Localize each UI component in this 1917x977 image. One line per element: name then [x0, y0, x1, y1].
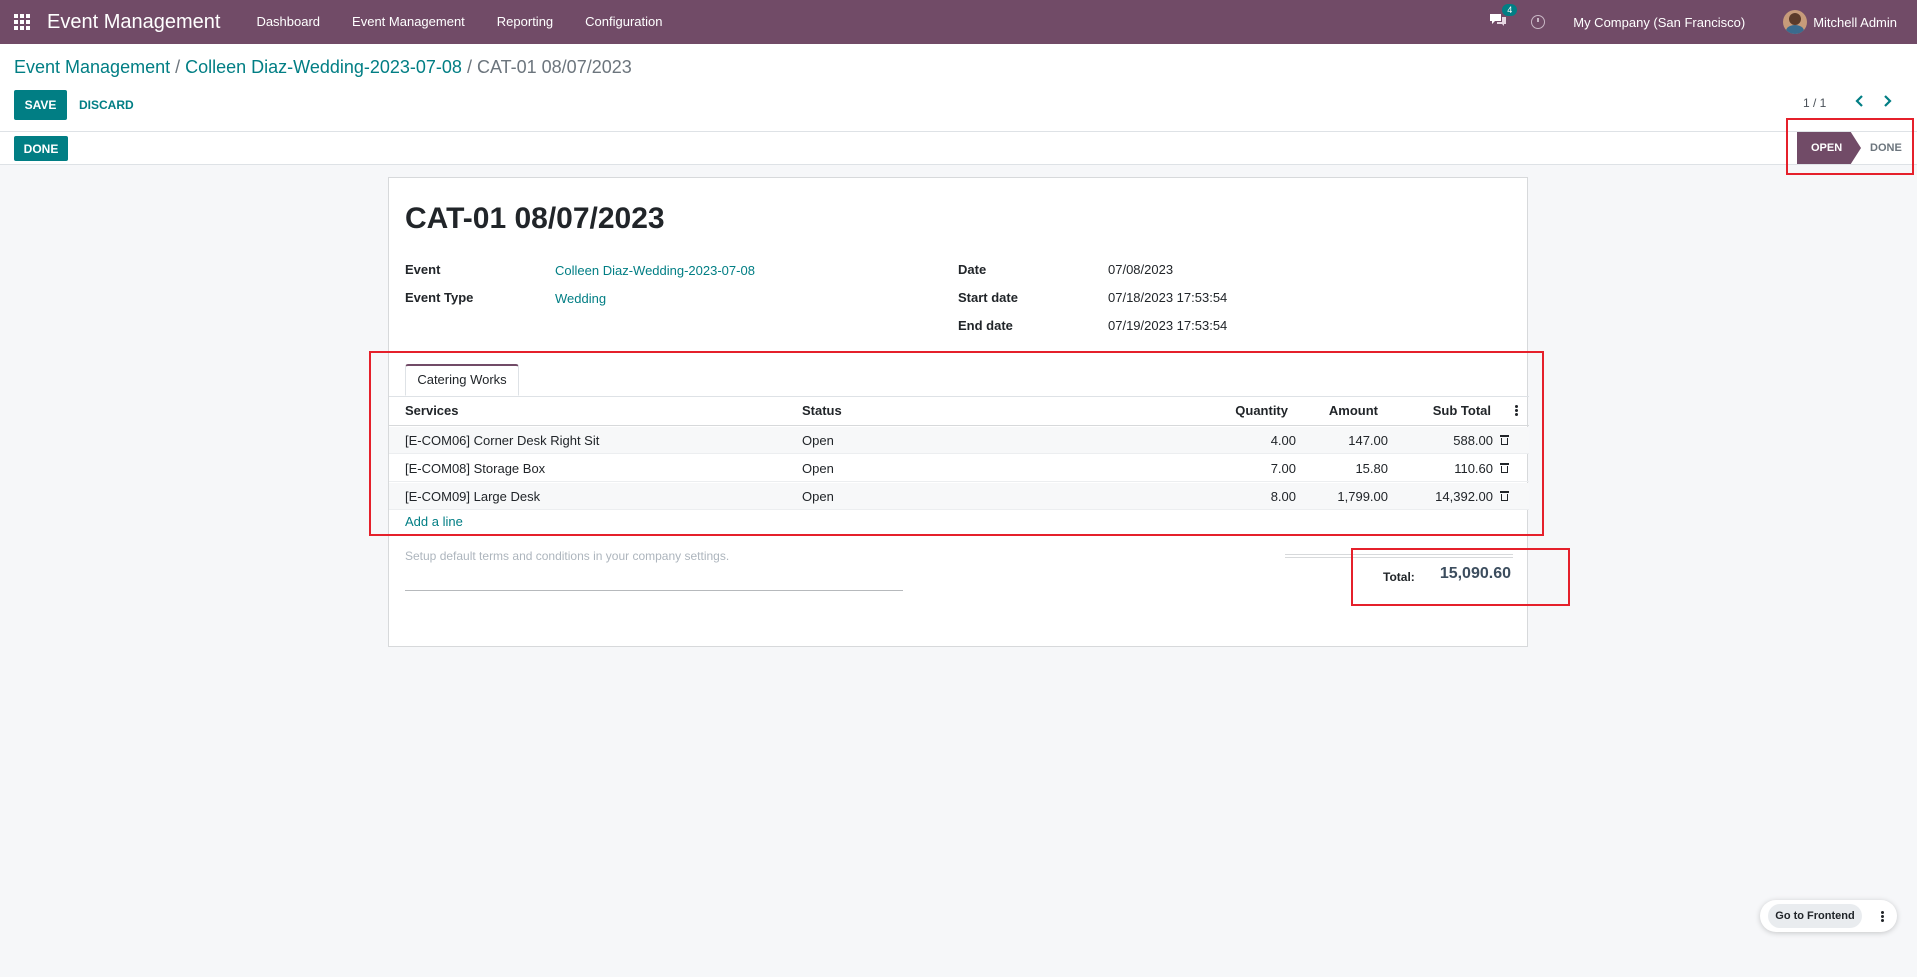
done-button[interactable]: Done	[14, 136, 68, 161]
date-value[interactable]: 07/08/2023	[1108, 262, 1173, 277]
total-label: Total:	[1383, 570, 1415, 584]
app-brand[interactable]: Event Management	[47, 11, 220, 34]
pager-value[interactable]: 1 / 1	[1803, 96, 1826, 110]
breadcrumb-event[interactable]: Colleen Diaz-Wedding-2023-07-08	[185, 57, 462, 77]
trash-icon[interactable]	[1500, 483, 1509, 502]
chevron-right-icon[interactable]	[1880, 93, 1894, 109]
event-link[interactable]: Colleen Diaz-Wedding-2023-07-08	[555, 263, 755, 278]
company-switcher[interactable]: My Company (San Francisco)	[1573, 15, 1745, 30]
column-subtotal[interactable]: Sub Total	[1433, 396, 1491, 425]
user-menu[interactable]: Mitchell Admin	[1783, 10, 1897, 34]
control-panel: Event Management / Colleen Diaz-Wedding-20…	[0, 44, 1917, 131]
start-date-label: Start date	[958, 290, 1018, 305]
column-quantity[interactable]: Quantity	[1235, 396, 1288, 425]
row-subtotal: 110.60	[1454, 461, 1493, 476]
breadcrumb-separator: /	[466, 57, 472, 77]
apps-grid-icon[interactable]	[0, 0, 44, 44]
row-service[interactable]: [E-COM06] Corner Desk Right Sit	[405, 427, 599, 454]
breadcrumb: Event Management / Colleen Diaz-Wedding-20…	[14, 57, 632, 78]
breadcrumb-event-management[interactable]: Event Management	[14, 57, 170, 77]
row-service[interactable]: [E-COM09] Large Desk	[405, 483, 540, 510]
row-subtotal: 14,392.00	[1435, 489, 1493, 504]
form-sheet: CAT-01 08/07/2023 Event Colleen Diaz-Wed…	[388, 177, 1529, 647]
total-value: 15,090.60	[1439, 565, 1511, 582]
clock-icon[interactable]	[1531, 15, 1546, 29]
menu-configuration[interactable]: Configuration	[569, 0, 678, 44]
more-options-icon[interactable]	[1872, 904, 1892, 928]
chevron-left-icon[interactable]	[1853, 93, 1867, 109]
row-status[interactable]: Open	[802, 455, 834, 482]
start-date-value[interactable]: 07/18/2023 17:53:54	[1108, 290, 1227, 305]
end-date-label: End date	[958, 318, 1013, 333]
tab-catering-works[interactable]: Catering Works	[405, 364, 519, 396]
status-bar: Done OPEN DONE	[0, 131, 1917, 165]
breadcrumb-separator: /	[175, 57, 181, 77]
user-name: Mitchell Admin	[1813, 14, 1897, 30]
date-label: Date	[958, 262, 987, 277]
row-subtotal: 588.00	[1453, 433, 1493, 448]
column-services[interactable]: Services	[405, 396, 459, 425]
row-quantity[interactable]: 8.00	[1271, 483, 1296, 510]
row-service[interactable]: [E-COM08] Storage Box	[405, 455, 545, 482]
table-row[interactable]: [E-COM08] Storage Box Open 7.00 15.80 11…	[389, 455, 1529, 482]
column-status[interactable]: Status	[802, 396, 842, 425]
add-line-link[interactable]: Add a line	[405, 514, 463, 529]
column-options-icon[interactable]	[1515, 405, 1518, 416]
save-button[interactable]: Save	[14, 90, 67, 120]
go-to-frontend-button[interactable]: Go to Frontend	[1768, 904, 1862, 928]
table-row[interactable]: [E-COM09] Large Desk Open 8.00 1,799.00 …	[389, 483, 1529, 510]
record-title: CAT-01 08/07/2023	[405, 202, 665, 235]
terms-field[interactable]: Setup default terms and conditions in yo…	[405, 549, 903, 591]
total-divider	[1285, 554, 1513, 558]
stage-open[interactable]: OPEN	[1797, 132, 1861, 164]
column-amount[interactable]: Amount	[1329, 396, 1378, 425]
event-type-link[interactable]: Wedding	[555, 291, 606, 306]
chat-badge: 4	[1502, 4, 1518, 16]
end-date-value[interactable]: 07/19/2023 17:53:54	[1108, 318, 1227, 333]
table-header: Services Status Quantity Amount Sub Tota…	[389, 396, 1529, 426]
row-amount[interactable]: 15.80	[1355, 455, 1388, 482]
menu-reporting[interactable]: Reporting	[481, 0, 569, 44]
row-amount[interactable]: 147.00	[1348, 427, 1388, 454]
menu-event-management[interactable]: Event Management	[336, 0, 481, 44]
event-type-label: Event Type	[405, 290, 474, 305]
table-row[interactable]: [E-COM06] Corner Desk Right Sit Open 4.0…	[389, 427, 1529, 454]
avatar	[1783, 10, 1808, 34]
row-amount[interactable]: 1,799.00	[1337, 483, 1388, 510]
chat-icon[interactable]: 4	[1489, 4, 1518, 32]
breadcrumb-current: CAT-01 08/07/2023	[476, 57, 632, 77]
row-quantity[interactable]: 4.00	[1271, 427, 1296, 454]
row-status[interactable]: Open	[802, 483, 834, 510]
row-quantity[interactable]: 7.00	[1271, 455, 1296, 482]
frontend-widget: Go to Frontend	[1760, 900, 1897, 932]
discard-button[interactable]: Discard	[69, 90, 144, 120]
stage-done[interactable]: DONE	[1870, 132, 1902, 164]
event-label: Event	[405, 262, 441, 277]
trash-icon[interactable]	[1500, 427, 1509, 446]
row-status[interactable]: Open	[802, 427, 834, 454]
trash-icon[interactable]	[1500, 455, 1509, 474]
top-navbar: Event Management Dashboard Event Managem…	[0, 0, 1917, 44]
menu-dashboard[interactable]: Dashboard	[240, 0, 336, 44]
